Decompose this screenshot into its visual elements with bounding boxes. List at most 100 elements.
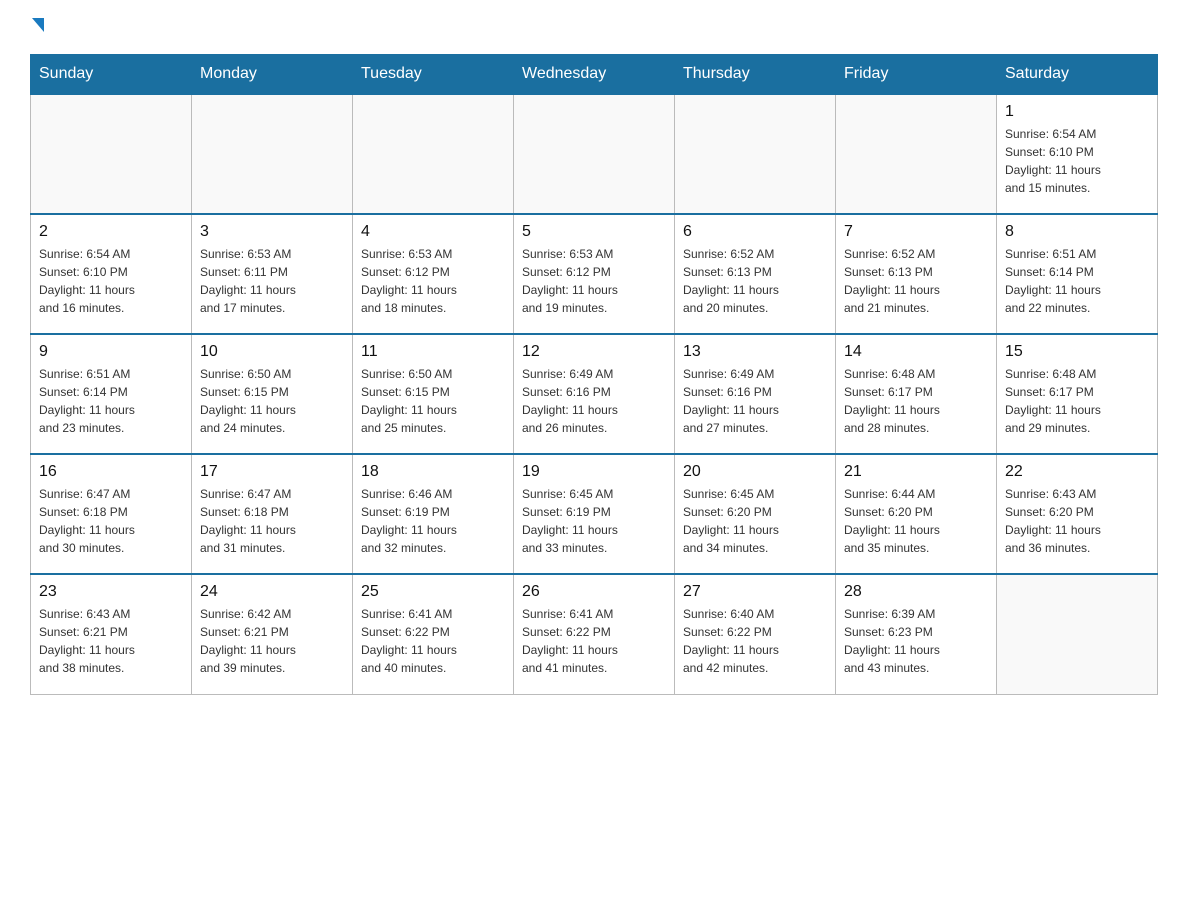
day-number: 11 [361,343,505,361]
day-info: Sunrise: 6:46 AM Sunset: 6:19 PM Dayligh… [361,485,505,557]
calendar-cell: 25 Sunrise: 6:41 AM Sunset: 6:22 PM Dayli… [353,574,514,694]
calendar-cell: 1 Sunrise: 6:54 AM Sunset: 6:10 PM Daylig… [997,94,1158,214]
day-number: 4 [361,223,505,241]
day-number: 16 [39,463,183,481]
day-info: Sunrise: 6:44 AM Sunset: 6:20 PM Dayligh… [844,485,988,557]
day-info: Sunrise: 6:50 AM Sunset: 6:15 PM Dayligh… [200,365,344,437]
calendar-cell: 9 Sunrise: 6:51 AM Sunset: 6:14 PM Daylig… [31,334,192,454]
day-number: 3 [200,223,344,241]
day-info: Sunrise: 6:49 AM Sunset: 6:16 PM Dayligh… [522,365,666,437]
day-number: 13 [683,343,827,361]
calendar-cell: 19Sunrise: 6:45 AM Sunset: 6:19 PM Dayli… [514,454,675,574]
weekday-header-tuesday: Tuesday [353,55,514,95]
day-number: 7 [844,223,988,241]
day-number: 9 [39,343,183,361]
week-row-5: 23Sunrise: 6:43 AM Sunset: 6:21 PM Dayli… [31,574,1158,694]
day-number: 26 [522,583,666,601]
calendar-cell [514,94,675,214]
calendar-cell: 18 Sunrise: 6:46 AM Sunset: 6:19 PM Dayli… [353,454,514,574]
day-number: 22 [1005,463,1149,481]
day-info: Sunrise: 6:52 AM Sunset: 6:13 PM Dayligh… [844,245,988,317]
day-info: Sunrise: 6:40 AM Sunset: 6:22 PM Dayligh… [683,605,827,677]
weekday-header-sunday: Sunday [31,55,192,95]
day-number: 5 [522,223,666,241]
day-number: 20 [683,463,827,481]
page-header [30,20,1158,34]
calendar-cell: 14 Sunrise: 6:48 AM Sunset: 6:17 PM Dayli… [836,334,997,454]
day-info: Sunrise: 6:49 AM Sunset: 6:16 PM Dayligh… [683,365,827,437]
day-number: 25 [361,583,505,601]
calendar-cell: 11 Sunrise: 6:50 AM Sunset: 6:15 PM Dayli… [353,334,514,454]
day-number: 23 [39,583,183,601]
day-info: Sunrise: 6:39 AM Sunset: 6:23 PM Dayligh… [844,605,988,677]
calendar-cell: 20Sunrise: 6:45 AM Sunset: 6:20 PM Dayli… [675,454,836,574]
day-info: Sunrise: 6:41 AM Sunset: 6:22 PM Dayligh… [522,605,666,677]
day-number: 21 [844,463,988,481]
calendar-cell: 13 Sunrise: 6:49 AM Sunset: 6:16 PM Dayli… [675,334,836,454]
calendar-cell: 27 Sunrise: 6:40 AM Sunset: 6:22 PM Dayli… [675,574,836,694]
day-number: 10 [200,343,344,361]
calendar-cell [836,94,997,214]
calendar-cell: 24 Sunrise: 6:42 AM Sunset: 6:21 PM Dayli… [192,574,353,694]
calendar-cell [675,94,836,214]
logo [30,20,44,34]
calendar-cell: 16 Sunrise: 6:47 AM Sunset: 6:18 PM Dayli… [31,454,192,574]
week-row-2: 2Sunrise: 6:54 AM Sunset: 6:10 PM Daylig… [31,214,1158,334]
day-number: 15 [1005,343,1149,361]
weekday-header-friday: Friday [836,55,997,95]
day-number: 24 [200,583,344,601]
day-info: Sunrise: 6:43 AM Sunset: 6:20 PM Dayligh… [1005,485,1149,557]
day-number: 19 [522,463,666,481]
calendar-cell: 23Sunrise: 6:43 AM Sunset: 6:21 PM Dayli… [31,574,192,694]
day-info: Sunrise: 6:47 AM Sunset: 6:18 PM Dayligh… [39,485,183,557]
calendar-cell: 2Sunrise: 6:54 AM Sunset: 6:10 PM Daylig… [31,214,192,334]
day-info: Sunrise: 6:53 AM Sunset: 6:11 PM Dayligh… [200,245,344,317]
day-number: 18 [361,463,505,481]
logo-arrow-icon [32,18,44,32]
calendar-cell: 6 Sunrise: 6:52 AM Sunset: 6:13 PM Daylig… [675,214,836,334]
weekday-header-thursday: Thursday [675,55,836,95]
calendar-cell: 21 Sunrise: 6:44 AM Sunset: 6:20 PM Dayli… [836,454,997,574]
calendar-cell: 3 Sunrise: 6:53 AM Sunset: 6:11 PM Daylig… [192,214,353,334]
day-number: 6 [683,223,827,241]
calendar-cell [353,94,514,214]
weekday-header-monday: Monday [192,55,353,95]
day-info: Sunrise: 6:53 AM Sunset: 6:12 PM Dayligh… [522,245,666,317]
day-number: 27 [683,583,827,601]
weekday-header-wednesday: Wednesday [514,55,675,95]
calendar-cell: 28 Sunrise: 6:39 AM Sunset: 6:23 PM Dayli… [836,574,997,694]
day-info: Sunrise: 6:51 AM Sunset: 6:14 PM Dayligh… [39,365,183,437]
day-info: Sunrise: 6:48 AM Sunset: 6:17 PM Dayligh… [1005,365,1149,437]
calendar-cell [997,574,1158,694]
calendar-cell: 10 Sunrise: 6:50 AM Sunset: 6:15 PM Dayli… [192,334,353,454]
day-info: Sunrise: 6:41 AM Sunset: 6:22 PM Dayligh… [361,605,505,677]
day-number: 14 [844,343,988,361]
day-info: Sunrise: 6:53 AM Sunset: 6:12 PM Dayligh… [361,245,505,317]
calendar-header-row: SundayMondayTuesdayWednesdayThursdayFrid… [31,55,1158,95]
calendar-cell: 22 Sunrise: 6:43 AM Sunset: 6:20 PM Dayli… [997,454,1158,574]
week-row-1: 1 Sunrise: 6:54 AM Sunset: 6:10 PM Daylig… [31,94,1158,214]
day-info: Sunrise: 6:54 AM Sunset: 6:10 PM Dayligh… [1005,125,1149,197]
day-number: 2 [39,223,183,241]
day-info: Sunrise: 6:47 AM Sunset: 6:18 PM Dayligh… [200,485,344,557]
day-info: Sunrise: 6:51 AM Sunset: 6:14 PM Dayligh… [1005,245,1149,317]
calendar-cell: 4 Sunrise: 6:53 AM Sunset: 6:12 PM Daylig… [353,214,514,334]
week-row-4: 16 Sunrise: 6:47 AM Sunset: 6:18 PM Dayli… [31,454,1158,574]
calendar-table: SundayMondayTuesdayWednesdayThursdayFrid… [30,54,1158,695]
calendar-cell: 7 Sunrise: 6:52 AM Sunset: 6:13 PM Daylig… [836,214,997,334]
day-number: 12 [522,343,666,361]
day-info: Sunrise: 6:48 AM Sunset: 6:17 PM Dayligh… [844,365,988,437]
calendar-cell: 8 Sunrise: 6:51 AM Sunset: 6:14 PM Daylig… [997,214,1158,334]
calendar-cell: 5 Sunrise: 6:53 AM Sunset: 6:12 PM Daylig… [514,214,675,334]
calendar-cell [31,94,192,214]
day-info: Sunrise: 6:42 AM Sunset: 6:21 PM Dayligh… [200,605,344,677]
weekday-header-saturday: Saturday [997,55,1158,95]
day-info: Sunrise: 6:52 AM Sunset: 6:13 PM Dayligh… [683,245,827,317]
week-row-3: 9 Sunrise: 6:51 AM Sunset: 6:14 PM Daylig… [31,334,1158,454]
calendar-cell: 17 Sunrise: 6:47 AM Sunset: 6:18 PM Dayli… [192,454,353,574]
day-number: 28 [844,583,988,601]
day-number: 17 [200,463,344,481]
day-number: 8 [1005,223,1149,241]
day-info: Sunrise: 6:50 AM Sunset: 6:15 PM Dayligh… [361,365,505,437]
day-number: 1 [1005,103,1149,121]
